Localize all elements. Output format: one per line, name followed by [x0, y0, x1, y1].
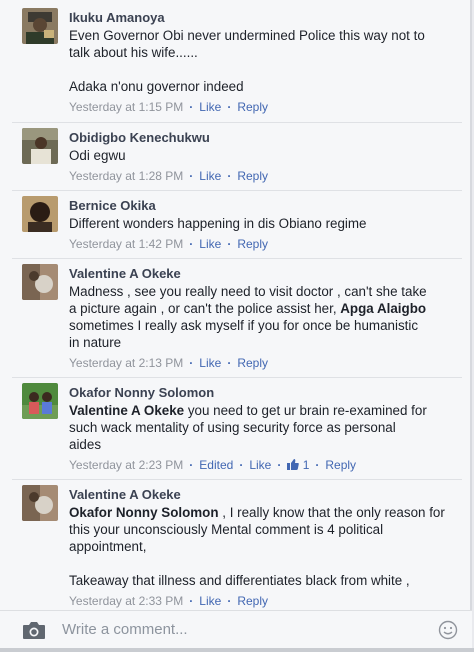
comment-meta: Yesterday at 2:23 PM · Edited · Like · 1 · Repl…	[69, 458, 357, 472]
mention-link[interactable]: Apga Alaigbo	[340, 301, 426, 316]
comment-body: Obidigbo Kenechukwu Odi egwu Yesterday a…	[69, 130, 459, 184]
comment-meta: Yesterday at 1:42 PM · Like · Reply	[69, 237, 268, 251]
smiley-icon[interactable]	[438, 620, 458, 640]
like-button[interactable]: Like	[199, 237, 221, 251]
comment-body: Valentine A Okeke Madness , see you real…	[69, 266, 459, 371]
edited-label[interactable]: Edited	[199, 458, 233, 472]
like-button[interactable]: Like	[199, 356, 221, 370]
like-button[interactable]: Like	[199, 594, 221, 608]
comment-text: Odi egwu	[69, 148, 126, 163]
comment-meta: Yesterday at 2:13 PM · Like · Reply	[69, 356, 268, 370]
avatar[interactable]	[22, 128, 58, 164]
divider	[12, 377, 462, 378]
timestamp[interactable]: Yesterday at 2:23 PM	[69, 458, 183, 472]
timestamp[interactable]: Yesterday at 1:28 PM	[69, 169, 183, 183]
author-name[interactable]: Ikuku Amanoya	[69, 10, 459, 26]
author-name[interactable]: Valentine A Okeke	[69, 487, 459, 503]
camera-icon[interactable]	[22, 621, 46, 640]
avatar[interactable]	[22, 383, 58, 419]
avatar[interactable]	[22, 485, 58, 521]
reply-button[interactable]: Reply	[237, 356, 268, 370]
like-button[interactable]: Like	[199, 100, 221, 114]
comment-meta: Yesterday at 1:15 PM · Like · Reply	[69, 100, 268, 114]
reply-button[interactable]: Reply	[237, 100, 268, 114]
avatar[interactable]	[22, 196, 58, 232]
like-button[interactable]: Like	[199, 169, 221, 183]
divider	[12, 258, 462, 259]
comments-panel: Ikuku Amanoya Even Governor Obi never un…	[0, 0, 472, 648]
author-name[interactable]: Bernice Okika	[69, 198, 459, 214]
reply-button[interactable]: Reply	[237, 169, 268, 183]
mention-link[interactable]: Valentine A Okeke	[69, 403, 184, 418]
author-name[interactable]: Okafor Nonny Solomon	[69, 385, 459, 401]
reply-button[interactable]: Reply	[237, 237, 268, 251]
divider	[12, 122, 462, 123]
comment-meta: Yesterday at 1:28 PM · Like · Reply	[69, 169, 268, 183]
comment-input[interactable]: Write a comment...	[62, 621, 188, 639]
author-name[interactable]: Obidigbo Kenechukwu	[69, 130, 459, 146]
comment-body: Valentine A Okeke Okafor Nonny Solomon ,…	[69, 487, 459, 609]
author-name[interactable]: Valentine A Okeke	[69, 266, 459, 282]
reply-button[interactable]: Reply	[325, 458, 356, 472]
comment-text: Valentine A Okeke you need to get ur bra…	[69, 403, 427, 452]
comment-text: Okafor Nonny Solomon , I really know tha…	[69, 505, 445, 588]
reply-button[interactable]: Reply	[237, 594, 268, 608]
timestamp[interactable]: Yesterday at 2:33 PM	[69, 594, 183, 608]
comment-body: Bernice Okika Different wonders happenin…	[69, 198, 459, 252]
divider	[12, 190, 462, 191]
thumbs-up-icon[interactable]	[287, 458, 300, 472]
timestamp[interactable]: Yesterday at 1:15 PM	[69, 100, 183, 114]
comment-composer: Write a comment...	[0, 610, 472, 648]
divider	[12, 479, 462, 480]
bottom-edge	[0, 648, 474, 652]
comment-body: Okafor Nonny Solomon Valentine A Okeke y…	[69, 385, 459, 473]
timestamp[interactable]: Yesterday at 1:42 PM	[69, 237, 183, 251]
avatar[interactable]	[22, 8, 58, 44]
like-count[interactable]: 1	[303, 458, 310, 472]
comment-text: Madness , see you really need to visit d…	[69, 284, 427, 350]
like-button[interactable]: Like	[249, 458, 271, 472]
comment-body: Ikuku Amanoya Even Governor Obi never un…	[69, 10, 459, 115]
avatar[interactable]	[22, 264, 58, 300]
mention-link[interactable]: Okafor Nonny Solomon	[69, 505, 219, 520]
comment-meta: Yesterday at 2:33 PM · Like · Reply	[69, 594, 268, 608]
timestamp[interactable]: Yesterday at 2:13 PM	[69, 356, 183, 370]
comment-text: Even Governor Obi never undermined Polic…	[69, 28, 425, 94]
comment-text: Different wonders happening in dis Obian…	[69, 216, 367, 231]
